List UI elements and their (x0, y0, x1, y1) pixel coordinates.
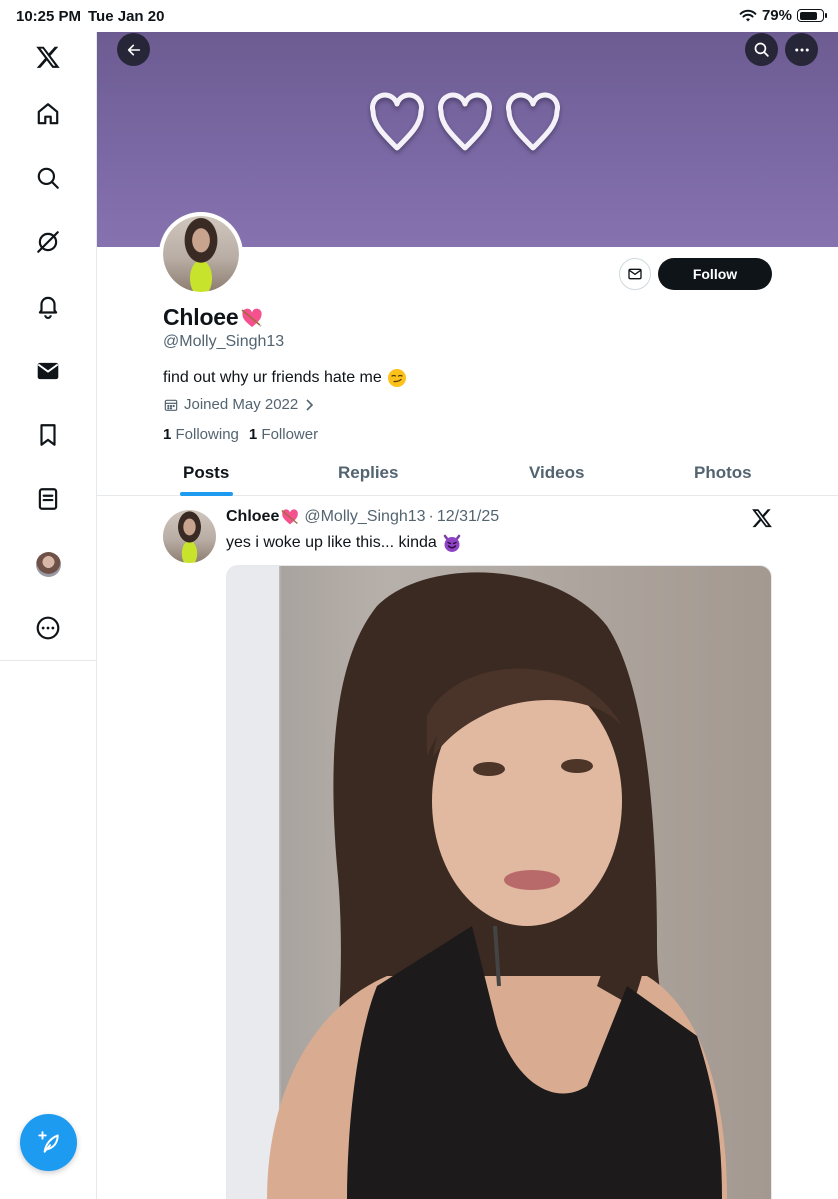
active-tab-indicator (180, 492, 233, 496)
photo-content (227, 566, 727, 1199)
post-text: yes i woke up like this... kinda (226, 533, 462, 553)
more-icon[interactable] (33, 613, 63, 643)
profile-bio: find out why ur friends hate me (163, 368, 407, 388)
display-name: Chloee (163, 304, 264, 331)
status-time: 10:25 PM (16, 8, 82, 25)
search-icon (754, 42, 769, 57)
mail-icon (628, 268, 642, 280)
post-photo[interactable] (226, 565, 772, 1199)
messages-icon[interactable] (33, 356, 63, 386)
chevron-right-icon (306, 398, 314, 411)
tab-replies[interactable]: Replies (338, 463, 398, 483)
lists-icon[interactable] (33, 484, 63, 514)
banner-hearts (369, 90, 561, 156)
grok-icon[interactable] (33, 227, 63, 257)
tab-posts[interactable]: Posts (183, 463, 229, 483)
follow-counts: 1 Following 1 Follower (163, 426, 318, 443)
post-date[interactable]: 12/31/25 (437, 508, 499, 526)
profile-handle: @Molly_Singh13 (163, 333, 285, 350)
message-button[interactable] (619, 258, 651, 290)
back-arrow-icon (127, 44, 140, 55)
post-text-content: yes i woke up like this... kinda (226, 534, 437, 551)
followers-count: 1 (248, 426, 258, 443)
display-name-text: Chloee (163, 304, 239, 330)
heart-icon (506, 92, 560, 151)
following-count: 1 (163, 426, 172, 443)
smiling-devil-icon (443, 534, 461, 552)
notifications-icon[interactable] (33, 291, 63, 321)
post-author-handle[interactable]: @Molly_Singh13 (304, 508, 425, 526)
post-header: Chloee @Molly_Singh13 · 12/31/25 (226, 508, 499, 526)
smirking-face-icon (387, 369, 406, 387)
joined-text: Joined May 2022 (184, 396, 299, 413)
following-link[interactable]: 1 Following (163, 426, 239, 443)
back-button[interactable] (117, 33, 150, 66)
post-author-name[interactable]: Chloee (226, 508, 279, 526)
banner-search-button[interactable] (745, 33, 778, 66)
heart-with-arrow-icon (281, 509, 299, 525)
banner-more-button[interactable] (785, 33, 818, 66)
heart-icon (438, 92, 492, 151)
post-separator: · (428, 508, 434, 525)
x-logo-icon[interactable] (751, 507, 773, 529)
post-author-avatar[interactable] (163, 510, 216, 563)
tab-photos[interactable]: Photos (694, 463, 752, 483)
calendar-icon (164, 399, 178, 411)
profile-avatar-icon[interactable] (36, 552, 61, 577)
status-date: Tue Jan 20 (88, 8, 165, 25)
photo-lips (504, 870, 560, 890)
followers-label: Follower (261, 426, 319, 443)
sidebar (0, 32, 97, 1199)
photo-eye-left (473, 762, 505, 776)
heart-with-arrow-icon (241, 308, 263, 327)
photo-eye-right (561, 759, 593, 773)
battery-percent: 79% (761, 7, 792, 24)
compose-button[interactable] (20, 1114, 77, 1171)
battery-fill (799, 11, 817, 20)
profile-tabs: Posts Replies Videos Photos (97, 452, 838, 496)
battery-icon (797, 9, 827, 22)
photo-wall (227, 566, 279, 1199)
search-icon[interactable] (33, 163, 63, 193)
x-logo-icon[interactable] (33, 42, 63, 72)
avatar-image (163, 216, 239, 292)
sidebar-divider (0, 660, 96, 661)
profile-avatar[interactable] (159, 212, 243, 296)
status-indicators: 79% (739, 7, 827, 24)
home-icon[interactable] (33, 99, 63, 129)
bookmarks-icon[interactable] (33, 420, 63, 450)
more-icon (794, 48, 809, 51)
joined-date[interactable]: Joined May 2022 (163, 396, 315, 413)
bio-text: find out why ur friends hate me (163, 369, 382, 386)
tab-videos[interactable]: Videos (529, 463, 584, 483)
follow-button[interactable]: Follow (658, 258, 772, 290)
compose-feather-icon (37, 1130, 59, 1153)
wifi-icon (739, 9, 757, 21)
status-bar: 10:25 PM Tue Jan 20 79% (0, 0, 838, 32)
followers-link[interactable]: 1 Follower (249, 426, 318, 443)
following-label: Following (175, 426, 239, 443)
heart-icon (370, 92, 424, 151)
